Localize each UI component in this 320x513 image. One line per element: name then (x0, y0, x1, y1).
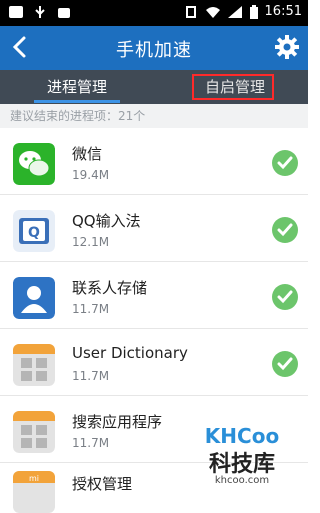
check-icon (277, 290, 293, 304)
watermark-text: 科技库 (209, 452, 275, 477)
status-bar: 16:51 (0, 0, 308, 26)
app-name: 搜索应用程序 (72, 413, 163, 431)
list-item[interactable]: 微信 19.4M (0, 128, 308, 195)
app-memory: 11.7M (72, 302, 110, 316)
app-memory: 19.4M (72, 168, 110, 182)
android-debug-icon (58, 8, 70, 18)
checkbox-checked[interactable] (272, 351, 298, 377)
notification-icon (9, 6, 23, 18)
clock: 16:51 (264, 4, 302, 19)
wechat-icon (13, 143, 55, 185)
search-app-icon (13, 411, 55, 453)
qq-input-icon: Q (13, 210, 55, 252)
watermark-brand: KHCoo (205, 424, 279, 448)
signal-icon (227, 5, 242, 18)
list-item[interactable]: User Dictionary 11.7M (0, 329, 308, 396)
battery-icon (249, 4, 258, 19)
tab-autostart-manager[interactable]: 自启管理 (192, 70, 276, 104)
app-memory: 11.7M (72, 436, 110, 450)
checkbox-checked[interactable] (272, 150, 298, 176)
svg-text:mi: mi (29, 474, 39, 483)
vibrate-icon (185, 5, 196, 18)
app-header: 手机加速 (0, 26, 308, 70)
check-icon (277, 223, 293, 237)
app-memory: 12.1M (72, 235, 110, 249)
active-tab-indicator (34, 100, 120, 103)
check-icon (277, 156, 293, 170)
list-item[interactable]: 联系人存储 11.7M (0, 262, 308, 329)
khcoo-watermark-logo: KHCoo 科技库 khcoo.com (192, 417, 292, 485)
checkbox-checked[interactable] (272, 284, 298, 310)
process-count-text: 建议结束的进程项：21个 (0, 104, 308, 128)
app-memory: 11.7M (72, 369, 110, 383)
app-name: 微信 (72, 145, 103, 163)
wifi-icon (205, 6, 220, 18)
list-item[interactable]: Q QQ输入法 12.1M (0, 195, 308, 262)
page-title: 手机加速 (116, 40, 192, 61)
app-name: User Dictionary (72, 344, 188, 362)
user-dictionary-icon (13, 344, 55, 386)
checkbox-checked[interactable] (272, 217, 298, 243)
usb-icon (35, 6, 45, 18)
gear-icon[interactable] (274, 34, 300, 60)
highlight-box (192, 74, 274, 100)
check-icon (277, 357, 293, 371)
watermark-url: khcoo.com (215, 475, 269, 485)
app-name: QQ输入法 (72, 212, 141, 230)
tab-label: 进程管理 (46, 78, 107, 96)
app-name: 联系人存储 (72, 279, 148, 297)
tab-process-manager[interactable]: 进程管理 (32, 70, 122, 104)
svg-text:Q: Q (28, 225, 40, 241)
contacts-storage-icon (13, 277, 55, 319)
tab-bar: 进程管理 自启管理 (0, 70, 308, 104)
auth-manager-icon: mi (13, 471, 55, 513)
